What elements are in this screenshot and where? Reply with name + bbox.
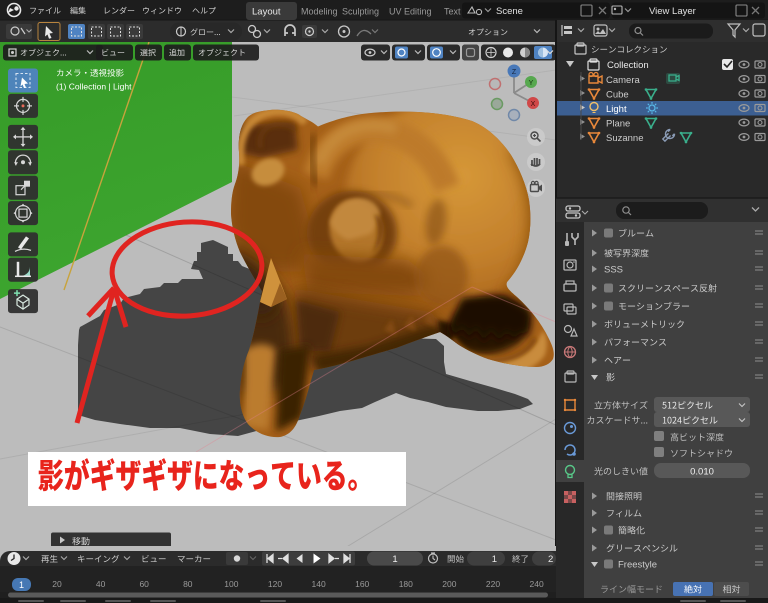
svg-text:Freestyle: Freestyle	[618, 560, 657, 571]
svg-text:(1) Collection | Light: (1) Collection | Light	[56, 82, 132, 92]
svg-text:Layout: Layout	[252, 7, 281, 18]
svg-text:60: 60	[139, 579, 149, 589]
svg-text:Collection: Collection	[607, 60, 649, 71]
svg-text:1: 1	[392, 554, 397, 565]
svg-text:Light: Light	[606, 104, 627, 115]
svg-text:40: 40	[96, 579, 106, 589]
svg-text:Z: Z	[512, 69, 517, 76]
svg-text:240: 240	[530, 579, 544, 589]
svg-text:Cube: Cube	[606, 90, 629, 101]
svg-text:UV Editing: UV Editing	[389, 7, 432, 17]
svg-text:X: X	[531, 101, 536, 108]
svg-text:0.010: 0.010	[690, 467, 714, 478]
svg-text:1: 1	[19, 580, 24, 590]
svg-text:View Layer: View Layer	[649, 6, 696, 17]
svg-text:80: 80	[183, 579, 193, 589]
svg-text:20: 20	[52, 579, 62, 589]
svg-text:100: 100	[224, 579, 238, 589]
svg-text:Scene: Scene	[496, 6, 523, 17]
svg-text:Y: Y	[529, 80, 534, 87]
svg-text:Suzanne: Suzanne	[606, 133, 644, 144]
svg-text:180: 180	[399, 579, 413, 589]
svg-text:1: 1	[492, 554, 497, 565]
svg-text:Sculpting: Sculpting	[342, 7, 379, 17]
svg-text:Camera: Camera	[606, 75, 641, 86]
svg-text:Modeling: Modeling	[301, 7, 338, 17]
svg-text:SSS: SSS	[604, 265, 623, 276]
svg-text:160: 160	[355, 579, 369, 589]
svg-text:220: 220	[486, 579, 500, 589]
svg-text:140: 140	[312, 579, 326, 589]
svg-text:2: 2	[548, 554, 553, 565]
svg-text:Plane: Plane	[606, 119, 630, 130]
svg-text:Text: Text	[444, 7, 461, 17]
svg-text:120: 120	[268, 579, 282, 589]
svg-text:200: 200	[442, 579, 456, 589]
